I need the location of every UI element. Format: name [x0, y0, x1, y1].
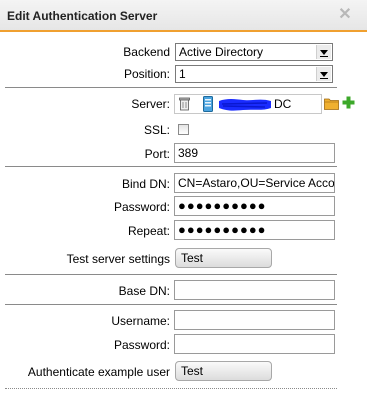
test-server-settings-label: Test server settings: [66, 252, 170, 266]
edit-authentication-server-dialog: Edit Authentication Server ✕ Backend Act…: [0, 0, 367, 394]
position-select-value: 1: [179, 67, 186, 81]
server-label: Server:: [131, 97, 170, 111]
example-password-label: Password:: [113, 338, 170, 352]
section-divider: [5, 274, 337, 275]
username-input[interactable]: [174, 310, 335, 330]
base-dn-label: Base DN:: [118, 284, 170, 298]
port-input[interactable]: 389: [174, 143, 335, 163]
dialog-titlebar: Edit Authentication Server ✕: [0, 0, 367, 32]
folder-icon[interactable]: [324, 97, 339, 110]
trash-icon[interactable]: [179, 97, 190, 111]
section-divider: [5, 388, 337, 390]
port-label: Port:: [144, 147, 170, 161]
server-icon: [203, 96, 213, 112]
ssl-label: SSL:: [143, 123, 170, 137]
server-name-suffix: DC: [274, 97, 292, 111]
position-label: Position:: [123, 67, 170, 81]
repeat-password-input[interactable]: ●●●●●●●●●●: [174, 220, 335, 240]
chevron-down-icon[interactable]: [316, 45, 331, 59]
password-label: Password:: [113, 200, 170, 214]
bind-dn-input[interactable]: CN=Astaro,OU=Service Acco: [174, 173, 335, 193]
backend-select[interactable]: Active Directory: [175, 43, 333, 61]
bind-dn-label: Bind DN:: [121, 177, 170, 191]
section-divider: [5, 304, 337, 305]
backend-label: Backend: [123, 45, 170, 59]
test-server-button[interactable]: Test: [175, 248, 272, 268]
authenticate-example-user-label: Authenticate example user: [27, 365, 170, 379]
example-password-input[interactable]: [174, 334, 335, 354]
username-label: Username:: [111, 314, 170, 328]
server-list[interactable]: DC: [174, 94, 322, 114]
section-divider: [5, 87, 337, 88]
chevron-down-icon[interactable]: [316, 67, 331, 81]
close-icon[interactable]: ✕: [337, 7, 353, 23]
redacted-server-name: [219, 99, 271, 111]
plus-icon[interactable]: [342, 96, 355, 109]
ssl-checkbox[interactable]: [178, 124, 189, 135]
password-input[interactable]: ●●●●●●●●●●: [174, 196, 335, 216]
authenticate-example-user-button[interactable]: Test: [175, 361, 272, 381]
base-dn-input[interactable]: [174, 280, 335, 300]
position-select[interactable]: 1: [175, 65, 333, 83]
repeat-label: Repeat:: [127, 224, 170, 238]
section-divider: [5, 166, 337, 167]
backend-select-value: Active Directory: [179, 45, 264, 59]
dialog-title: Edit Authentication Server: [7, 9, 158, 23]
